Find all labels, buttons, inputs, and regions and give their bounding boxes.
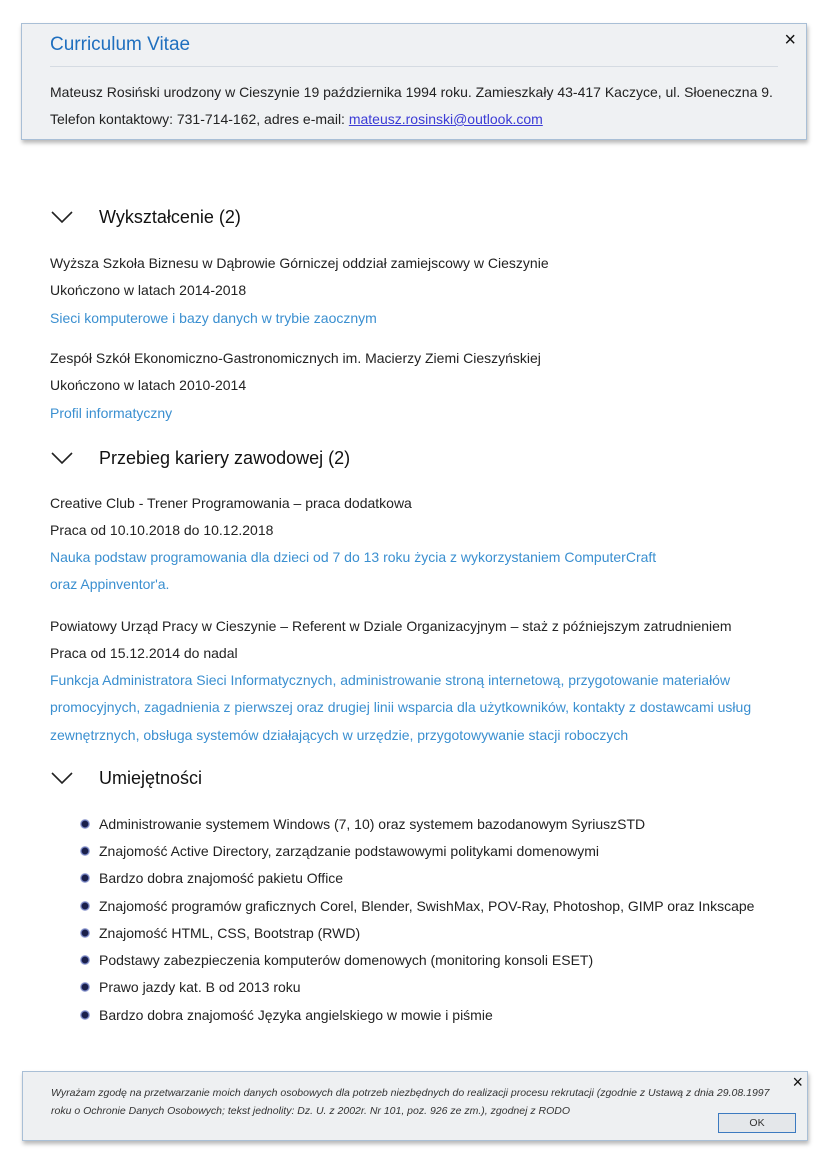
contact-info-line: Telefon kontaktowy: 731-714-162, adres e…	[50, 111, 543, 127]
career-detail-line: oraz Appinventor'a.	[50, 576, 170, 592]
page-title: Curriculum Vitae	[50, 34, 191, 55]
bullet-icon	[80, 1010, 90, 1020]
career-period: Praca od 15.12.2014 do nadal	[50, 645, 238, 661]
bullet-icon	[80, 955, 90, 965]
chevron-down-icon[interactable]	[50, 451, 74, 465]
header-divider	[50, 66, 778, 67]
career-period: Praca od 10.10.2018 do 10.12.2018	[50, 522, 274, 538]
section-education-title: Wykształcenie (2)	[99, 206, 241, 227]
section-career-header[interactable]: Przebieg kariery zawodowej (2)	[50, 445, 350, 471]
email-link[interactable]: mateusz.rosinski@outlook.com	[349, 111, 543, 127]
skill-label: Podstawy zabezpieczenia komputerów domen…	[99, 952, 594, 968]
bullet-icon	[80, 901, 90, 911]
education-years: Ukończono w latach 2010-2014	[50, 377, 247, 393]
contact-phone-text: Telefon kontaktowy: 731-714-162, adres e…	[50, 111, 349, 127]
education-detail: Sieci komputerowe i bazy danych w trybie…	[50, 310, 377, 326]
consent-text: Wyrażam zgodę na przetwarzanie moich dan…	[51, 1087, 770, 1117]
skill-item: Prawo jazdy kat. B od 2013 roku	[80, 979, 301, 995]
bullet-icon	[80, 873, 90, 883]
skill-label: Znajomość Active Directory, zarządzanie …	[99, 843, 600, 859]
career-detail-line: Nauka podstaw programowania dla dzieci o…	[50, 549, 657, 565]
skill-label: Znajomość HTML, CSS, Bootstrap (RWD)	[99, 925, 361, 941]
ok-button[interactable]: OK	[718, 1113, 796, 1133]
skill-label: Znajomość programów graficznych Corel, B…	[99, 898, 755, 914]
education-school: Wyższa Szkoła Biznesu w Dąbrowie Górnicz…	[50, 255, 549, 271]
skill-label: Bardzo dobra znajomość Języka angielskie…	[99, 1007, 493, 1023]
skill-label: Administrowanie systemem Windows (7, 10)…	[99, 816, 646, 832]
skill-item: Znajomość HTML, CSS, Bootstrap (RWD)	[80, 925, 360, 941]
skill-item: Znajomość programów graficznych Corel, B…	[80, 898, 754, 914]
skill-item: Znajomość Active Directory, zarządzanie …	[80, 843, 599, 859]
skill-item: Administrowanie systemem Windows (7, 10)…	[80, 816, 645, 832]
consent-dialog: Wyrażam zgodę na przetwarzanie moich dan…	[22, 1071, 808, 1141]
header-close-icon[interactable]: ×	[784, 30, 796, 50]
consent-close-icon[interactable]: ×	[792, 1073, 803, 1091]
header-card: Curriculum Vitae × Mateusz Rosiński urod…	[21, 23, 807, 140]
bullet-icon	[80, 928, 90, 938]
skill-item: Bardzo dobra znajomość pakietu Office	[80, 870, 343, 886]
skill-item: Podstawy zabezpieczenia komputerów domen…	[80, 952, 593, 968]
bullet-icon	[80, 982, 90, 992]
career-position: Powiatowy Urząd Pracy w Cieszynie – Refe…	[50, 618, 732, 634]
career-detail-line: zewnętrznych, obsługa systemów działając…	[50, 727, 629, 743]
skill-label: Bardzo dobra znajomość pakietu Office	[99, 870, 344, 886]
section-skills-header[interactable]: Umiejętności	[50, 765, 202, 791]
education-school: Zespół Szkół Ekonomiczno-Gastronomicznyc…	[50, 350, 541, 366]
education-detail: Profil informatyczny	[50, 405, 173, 421]
skill-label: Prawo jazdy kat. B od 2013 roku	[99, 979, 301, 995]
bullet-icon	[80, 819, 90, 829]
bullet-icon	[80, 846, 90, 856]
skill-item: Bardzo dobra znajomość Języka angielskie…	[80, 1007, 493, 1023]
career-detail-line: Funkcja Administratora Sieci Informatycz…	[50, 672, 731, 688]
section-skills-title: Umiejętności	[99, 767, 203, 788]
career-detail-line: promocyjnych, zagadnienia z pierwszej or…	[50, 699, 752, 715]
section-education-header[interactable]: Wykształcenie (2)	[50, 204, 241, 230]
chevron-down-icon[interactable]	[50, 210, 74, 224]
chevron-down-icon[interactable]	[50, 771, 74, 785]
career-position: Creative Club - Trener Programowania – p…	[50, 495, 412, 511]
education-years: Ukończono w latach 2014-2018	[50, 282, 247, 298]
personal-info-line: Mateusz Rosiński urodzony w Cieszynie 19…	[50, 84, 773, 100]
section-career-title: Przebieg kariery zawodowej (2)	[99, 447, 351, 468]
